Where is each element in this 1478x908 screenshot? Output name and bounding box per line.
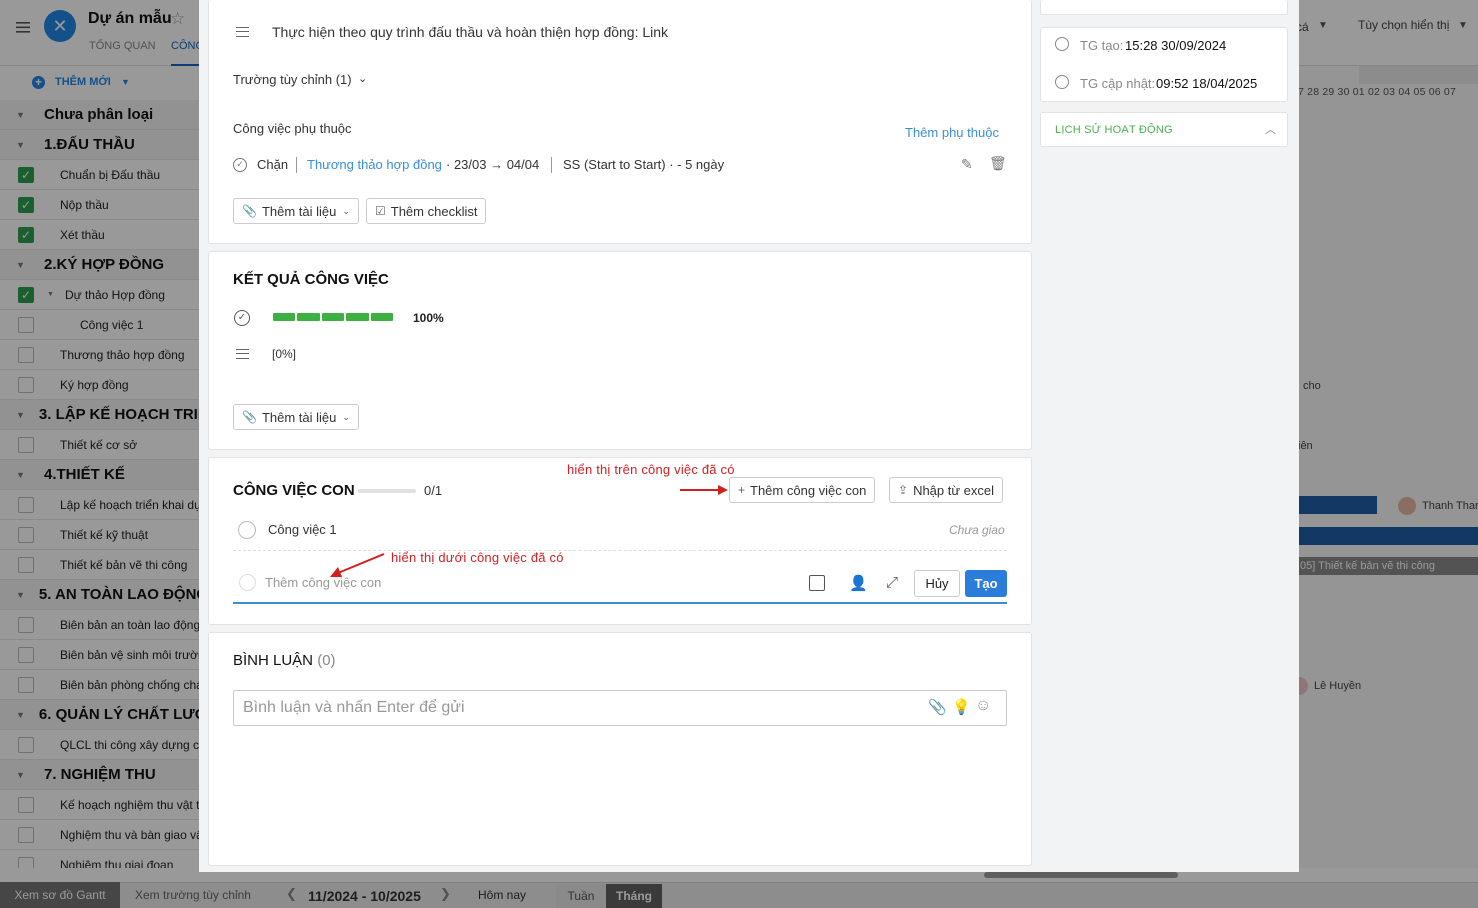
subtasks-count: 0/1 bbox=[424, 483, 443, 498]
progress-segment bbox=[370, 313, 394, 321]
progress-segment bbox=[321, 313, 345, 321]
expand-icon[interactable]: ⤢ bbox=[886, 574, 898, 591]
progress-segment bbox=[297, 313, 320, 321]
new-subtask-radio bbox=[239, 574, 256, 591]
user-icon[interactable]: 👤 bbox=[849, 574, 868, 592]
dependency-dates: · 23/03 → 04/04 bbox=[446, 157, 540, 172]
add-subtask-button[interactable]: + Thêm công việc con bbox=[729, 477, 876, 503]
subtask-name[interactable]: Công việc 1 bbox=[268, 522, 337, 537]
note-icon bbox=[236, 349, 249, 359]
add-document-button[interactable]: 📎 Thêm tài liệu ⌄ bbox=[233, 404, 359, 430]
sidebar-card bbox=[1040, 0, 1288, 15]
edit-pencil-icon[interactable]: ✎ bbox=[961, 156, 973, 173]
emoji-icon[interactable]: ☺ bbox=[975, 697, 991, 715]
paperclip-icon: 📎 bbox=[242, 410, 257, 424]
dependency-type: Chặn bbox=[257, 157, 289, 172]
custom-fields-toggle[interactable]: Trường tùy chỉnh (1) bbox=[233, 72, 352, 87]
description-icon bbox=[236, 27, 249, 37]
user-circle-icon bbox=[1055, 37, 1069, 51]
chevron-up-icon[interactable]: ︿ bbox=[1265, 121, 1276, 137]
comment-placeholder[interactable]: Bình luận và nhấn Enter để gửi bbox=[243, 699, 465, 717]
add-document-button[interactable]: 📎 Thêm tài liệu ⌄ bbox=[233, 198, 359, 224]
dependency-rule: SS (Start to Start) · - 5 ngày bbox=[563, 157, 725, 172]
cancel-button[interactable]: Hủy bbox=[914, 570, 960, 597]
add-checklist-button[interactable]: ☑ Thêm checklist bbox=[366, 198, 487, 224]
plus-icon: + bbox=[738, 483, 746, 497]
calendar-icon[interactable] bbox=[809, 575, 825, 591]
new-subtask-input[interactable]: Thêm công việc con bbox=[265, 575, 381, 590]
subtask-assignee[interactable]: Chưa giao bbox=[949, 523, 1005, 537]
clock-icon bbox=[1055, 75, 1069, 89]
upload-icon: ⇪ bbox=[898, 483, 909, 497]
progress-segment bbox=[346, 313, 369, 321]
chevron-down-icon: ⌄ bbox=[342, 205, 350, 216]
progress-bar[interactable] bbox=[273, 313, 394, 321]
comments-title: BÌNH LUẬN (0) bbox=[233, 652, 336, 669]
updated-value: 09:52 18/04/2025 bbox=[1156, 76, 1258, 91]
add-dependency-link[interactable]: Thêm phụ thuộc bbox=[905, 125, 999, 140]
paperclip-icon[interactable]: 📎 bbox=[928, 698, 947, 716]
check-circle-icon: ✓ bbox=[234, 310, 250, 326]
input-focus-underline bbox=[233, 602, 1007, 604]
result-title: KẾT QUẢ CÔNG VIỆC bbox=[233, 271, 389, 288]
create-button[interactable]: Tạo bbox=[965, 570, 1007, 597]
trash-icon[interactable]: 🗑 bbox=[989, 155, 1007, 172]
dependency-task-link[interactable]: Thương thảo hợp đồng bbox=[307, 157, 442, 172]
divider bbox=[551, 157, 552, 173]
import-excel-button[interactable]: ⇪ Nhập từ excel bbox=[889, 477, 1004, 503]
annotation-arrow-icon bbox=[680, 485, 728, 495]
created-value: 15:28 30/09/2024 bbox=[1125, 38, 1227, 53]
chevron-down-icon: ⌄ bbox=[342, 411, 350, 422]
lightbulb-icon[interactable]: 💡 bbox=[952, 698, 971, 716]
paperclip-icon: 📎 bbox=[242, 204, 257, 218]
dependencies-title: Công việc phụ thuộc bbox=[233, 121, 352, 136]
activity-history-title[interactable]: LỊCH SỬ HOẠT ĐỘNG bbox=[1055, 124, 1173, 136]
subtask-complete-radio[interactable] bbox=[238, 521, 256, 539]
subtasks-title: CÔNG VIỆC CON bbox=[233, 482, 355, 499]
comments-count: (0) bbox=[317, 652, 336, 669]
progress-label: 100% bbox=[413, 311, 444, 325]
created-label: TG tạo: bbox=[1080, 38, 1124, 53]
subtasks-progress-bar bbox=[358, 489, 416, 493]
updated-label: TG cập nhật: bbox=[1080, 76, 1156, 91]
progress-segment bbox=[273, 313, 296, 321]
annotation-text: hiển thị trên công việc đã có bbox=[567, 462, 735, 477]
divider bbox=[296, 157, 297, 173]
annotation-text: hiển thị dưới công việc đã có bbox=[391, 550, 564, 565]
result-note[interactable]: [0%] bbox=[272, 347, 296, 361]
chevron-down-icon[interactable]: ⌄ bbox=[358, 72, 367, 85]
checklist-icon: ☑ bbox=[375, 204, 386, 218]
task-description[interactable]: Thực hiện theo quy trình đấu thầu và hoà… bbox=[272, 24, 668, 40]
check-circle-icon: ✓ bbox=[233, 158, 247, 172]
